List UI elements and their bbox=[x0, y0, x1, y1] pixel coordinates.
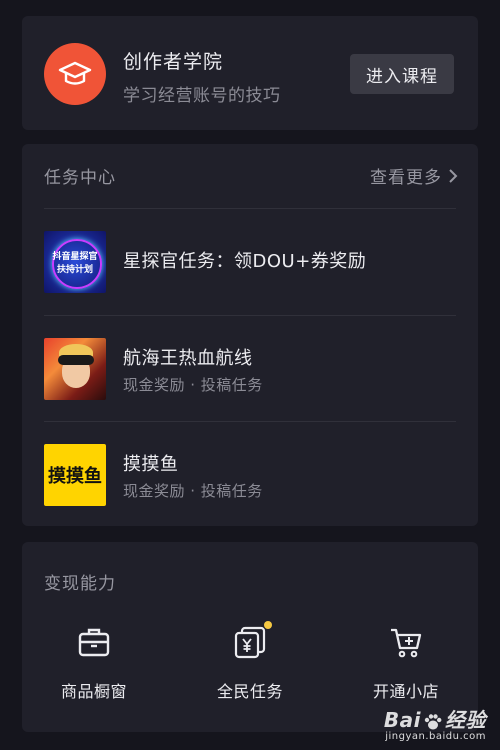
paw-icon bbox=[424, 713, 442, 729]
see-more-label: 查看更多 bbox=[370, 168, 442, 188]
feature-icon-wrap bbox=[76, 624, 112, 660]
feature-label: 商品橱窗 bbox=[60, 682, 127, 701]
feature-label: 开通小店 bbox=[372, 682, 439, 701]
briefcase-icon bbox=[78, 628, 110, 657]
notification-dot bbox=[264, 621, 272, 629]
creator-services-page: 创作者学院 学习经营账号的技巧 进入课程 任务中心 查看更多 抖音星探官 扶持计… bbox=[0, 0, 500, 750]
thumbnail-text-line1: 抖音星探官 bbox=[52, 252, 98, 262]
task-title: 摸摸鱼 bbox=[123, 454, 179, 475]
task-center-card: 任务中心 查看更多 抖音星探官 扶持计划 星探官任务：领DOU+券奖励 航海王热… bbox=[22, 144, 478, 526]
academy-logo bbox=[44, 43, 106, 105]
graduation-cap-icon bbox=[58, 61, 92, 85]
feature-open-shop[interactable]: 开通小店 bbox=[346, 624, 466, 702]
feature-icon-wrap bbox=[388, 624, 424, 660]
yuan-task-icon bbox=[234, 626, 266, 659]
baidu-jingyan-watermark: Bai 经验 jingyan.baidu.com bbox=[384, 704, 486, 742]
monetization-title: 变现能力 bbox=[44, 574, 116, 594]
watermark-url: jingyan.baidu.com bbox=[385, 731, 486, 742]
task-center-title: 任务中心 bbox=[44, 168, 116, 188]
one-piece-thumbnail bbox=[44, 338, 106, 400]
chevron-right-icon bbox=[449, 168, 458, 183]
task-title: 星探官任务：领DOU+券奖励 bbox=[123, 251, 367, 272]
watermark-brand-text: Bai bbox=[383, 708, 421, 732]
creator-academy-card[interactable]: 创作者学院 学习经营账号的技巧 进入课程 bbox=[22, 16, 478, 130]
feature-icon-wrap bbox=[232, 621, 272, 660]
enter-course-button[interactable]: 进入课程 bbox=[350, 54, 454, 94]
momoyu-thumbnail: 摸摸鱼 bbox=[44, 444, 106, 506]
task-title: 航海王热血航线 bbox=[123, 348, 253, 369]
feature-label: 全民任务 bbox=[216, 682, 283, 701]
thumbnail-text-line2: 扶持计划 bbox=[56, 265, 93, 275]
watermark-brand: Bai 经验 bbox=[384, 704, 486, 733]
task-row-star-scout[interactable]: 抖音星探官 扶持计划 星探官任务：领DOU+券奖励 bbox=[22, 209, 478, 313]
watermark-brand-suffix: 经验 bbox=[445, 708, 486, 732]
feature-product-showcase[interactable]: 商品橱窗 bbox=[34, 624, 154, 702]
task-subtitle: 现金奖励 · 投稿任务 bbox=[123, 376, 263, 394]
task-row-momoyu[interactable]: 摸摸鱼 摸摸鱼 现金奖励 · 投稿任务 bbox=[22, 422, 478, 526]
hair-shape bbox=[58, 355, 94, 365]
see-more-link[interactable]: 查看更多 bbox=[370, 163, 458, 188]
shopping-cart-icon bbox=[391, 628, 422, 658]
feature-national-tasks[interactable]: 全民任务 bbox=[190, 621, 310, 702]
star-scout-thumbnail: 抖音星探官 扶持计划 bbox=[44, 231, 106, 293]
academy-subtitle: 学习经营账号的技巧 bbox=[123, 86, 281, 106]
task-subtitle: 现金奖励 · 投稿任务 bbox=[123, 482, 263, 500]
academy-title: 创作者学院 bbox=[123, 51, 224, 73]
task-row-one-piece[interactable]: 航海王热血航线 现金奖励 · 投稿任务 bbox=[22, 316, 478, 420]
